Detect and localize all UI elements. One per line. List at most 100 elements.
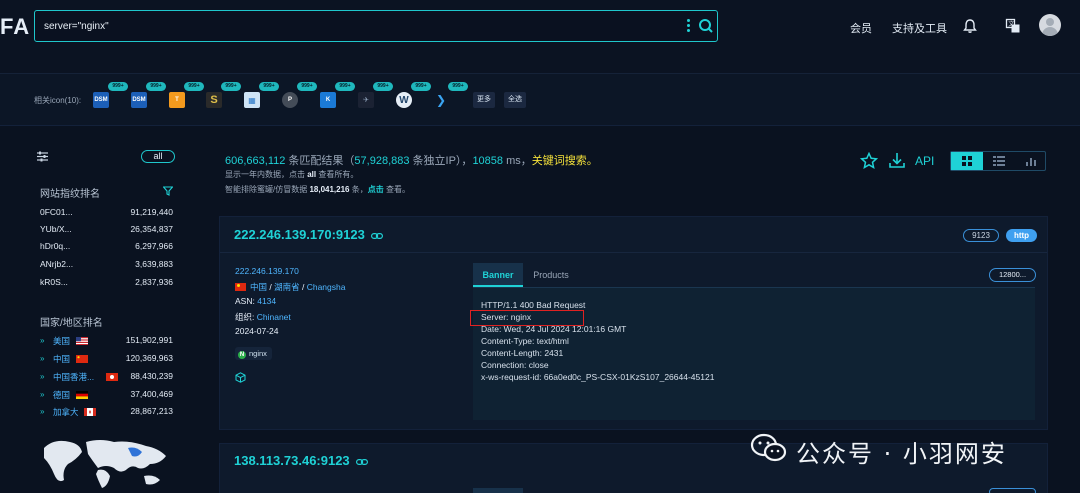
api-link[interactable]: API bbox=[915, 154, 934, 168]
honeypot-notice: 智能排除蜜罐/仿冒数据 18,041,216 条，点击 查看。 bbox=[225, 185, 410, 194]
link-icon[interactable] bbox=[371, 233, 383, 239]
port-badge[interactable]: 9123 bbox=[963, 229, 999, 242]
asn-line: ASN: 4134 bbox=[235, 296, 277, 306]
avatar[interactable] bbox=[1039, 14, 1061, 36]
country-rank-item[interactable]: » 中国香港... 88,430,239 bbox=[40, 371, 173, 385]
wing-icon[interactable]: ✈ bbox=[358, 92, 374, 108]
download-icon[interactable] bbox=[888, 151, 906, 169]
funnel-icon[interactable] bbox=[163, 186, 173, 196]
swirl-icon[interactable]: S bbox=[206, 92, 222, 108]
fingerprint-rank-item[interactable]: YUb/X... 26,354,837 bbox=[40, 224, 173, 238]
stats-view-button[interactable] bbox=[1015, 152, 1047, 170]
orange-t-icon[interactable]: T bbox=[169, 92, 185, 108]
watermark-text: 公众号 · 小羽网安 bbox=[796, 440, 1007, 468]
product-tag[interactable]: Nnginx bbox=[235, 347, 272, 360]
p-icon[interactable]: P bbox=[282, 92, 298, 108]
show-all-link[interactable]: all bbox=[307, 170, 316, 179]
city-link[interactable]: Changsha bbox=[307, 282, 346, 292]
chevron-right-icon: » bbox=[40, 390, 45, 399]
keyword-search-link[interactable]: 关键词搜索。 bbox=[532, 155, 598, 167]
country-rank-item[interactable]: » 加拿大 28,867,213 bbox=[40, 406, 173, 420]
nav-support-tools[interactable]: 支持及工具 bbox=[892, 20, 947, 36]
chevron-right-icon: » bbox=[40, 407, 45, 416]
search-icon[interactable] bbox=[698, 18, 714, 34]
country-rank-item[interactable]: » 德国 37,400,469 bbox=[40, 389, 173, 403]
related-icons-label: 相关icon(10): bbox=[34, 96, 82, 105]
scan-date: 2024-07-24 bbox=[235, 326, 279, 336]
icon-count-badge: 999+ bbox=[448, 82, 468, 91]
country-rank-title: 国家/地区排名 bbox=[40, 318, 103, 329]
link-icon[interactable] bbox=[356, 459, 368, 465]
bell-icon[interactable] bbox=[962, 18, 978, 34]
fingerprint-rank-item[interactable]: hDr0q... 6,297,966 bbox=[40, 241, 173, 255]
cn-flag-icon bbox=[235, 283, 246, 291]
dsm-icon[interactable]: DSM bbox=[93, 92, 109, 108]
tab-products[interactable]: Products bbox=[529, 263, 573, 287]
icon-count-badge: 999+ bbox=[373, 82, 393, 91]
protocol-badge[interactable]: http bbox=[1006, 229, 1037, 242]
fingerprint-rank-item[interactable]: ANrjb2... 3,639,883 bbox=[40, 259, 173, 273]
grid-logo-icon[interactable]: ▦ bbox=[244, 92, 260, 108]
province-link[interactable]: 湖南省 bbox=[274, 282, 300, 292]
wordpress-icon[interactable]: W bbox=[396, 92, 412, 108]
nginx-logo-icon: N bbox=[238, 351, 246, 359]
ca-flag-icon bbox=[84, 408, 96, 416]
world-map[interactable] bbox=[40, 434, 175, 493]
chevron-right-icon: » bbox=[40, 354, 45, 363]
country-rank-item[interactable]: » 美国 151,902,991 bbox=[40, 335, 173, 349]
translate-icon[interactable]: 文 bbox=[1005, 18, 1021, 34]
icon-count-badge: 999+ bbox=[146, 82, 166, 91]
location-line: 中国 / 湖南省 / Changsha bbox=[235, 281, 345, 293]
view-mode-toggle bbox=[950, 151, 1046, 171]
asn-link[interactable]: 4134 bbox=[257, 296, 276, 306]
arrow-logo-icon[interactable]: ❯ bbox=[433, 92, 449, 108]
result-card-header: 222.246.139.170:9123 9123 http bbox=[220, 217, 1047, 253]
result-summary: 606,663,112 条匹配结果（57,928,883 条独立IP），1085… bbox=[225, 155, 598, 167]
us-flag-icon bbox=[76, 337, 88, 345]
star-icon[interactable] bbox=[860, 152, 878, 170]
filter-sliders-icon[interactable] bbox=[37, 151, 48, 162]
fingerprint-rank-item[interactable]: 0FC01... 91,219,440 bbox=[40, 207, 173, 221]
k-icon[interactable]: K bbox=[320, 92, 336, 108]
icon-count-badge: 999+ bbox=[411, 82, 431, 91]
wechat-icon bbox=[750, 433, 787, 462]
grid-view-button[interactable] bbox=[951, 152, 983, 170]
org-link[interactable]: Chinanet bbox=[257, 312, 291, 322]
select-all-button[interactable]: 全选 bbox=[504, 92, 526, 108]
more-options-icon[interactable] bbox=[685, 18, 691, 34]
de-flag-icon bbox=[76, 391, 88, 399]
banner-line: Content-Length: 2431 bbox=[481, 348, 564, 358]
icon-count-badge: 999+ bbox=[184, 82, 204, 91]
banner-line: HTTP/1.1 400 Bad Request bbox=[481, 300, 586, 310]
result-host-link[interactable]: 222.246.139.170:9123 bbox=[234, 227, 365, 242]
size-badge[interactable] bbox=[989, 488, 1036, 493]
country-rank-item[interactable]: » 中国 120,369,963 bbox=[40, 353, 173, 367]
related-icons-strip: 相关icon(10): DSM DSM T S ▦ P K ✈ W ❯ 999+… bbox=[0, 74, 1080, 126]
ip-link[interactable]: 222.246.139.170 bbox=[235, 266, 299, 276]
icon-count-badge: 999+ bbox=[221, 82, 241, 91]
server-header-highlight bbox=[470, 310, 584, 326]
all-filter-pill[interactable]: all bbox=[141, 150, 175, 163]
cube-icon[interactable] bbox=[235, 372, 246, 383]
grid-view-icon bbox=[962, 156, 972, 166]
banner-line: Connection: close bbox=[481, 360, 549, 370]
result-host-link[interactable]: 138.113.73.46:9123 bbox=[234, 453, 350, 468]
search-box[interactable] bbox=[34, 10, 718, 42]
fingerprint-rank-item[interactable]: kR0S... 2,837,936 bbox=[40, 277, 173, 291]
nav-membership[interactable]: 会员 bbox=[850, 20, 872, 36]
tab-banner[interactable]: Banner bbox=[473, 263, 523, 287]
more-icons-button[interactable]: 更多 bbox=[473, 92, 495, 108]
list-view-button[interactable] bbox=[983, 152, 1015, 170]
result-card: 222.246.139.170:9123 9123 http 222.246.1… bbox=[219, 216, 1048, 430]
tab-banner[interactable] bbox=[473, 488, 523, 493]
search-input[interactable] bbox=[44, 17, 664, 35]
logo[interactable]: FA bbox=[0, 14, 30, 40]
honeypot-view-link[interactable]: 点击 bbox=[368, 185, 384, 194]
dsm-icon-2[interactable]: DSM bbox=[131, 92, 147, 108]
country-link[interactable]: 中国 bbox=[250, 282, 267, 292]
icon-count-badge: 999+ bbox=[335, 82, 355, 91]
size-badge[interactable]: 12800... bbox=[989, 268, 1036, 282]
top-header: FA 会员 支持及工具 文 bbox=[0, 0, 1080, 74]
banner-line: x-ws-request-id: 66a0ed0c_PS-CSX-01KzS10… bbox=[481, 372, 715, 382]
wechat-watermark: 公众号 · 小羽网安 bbox=[750, 430, 1050, 468]
